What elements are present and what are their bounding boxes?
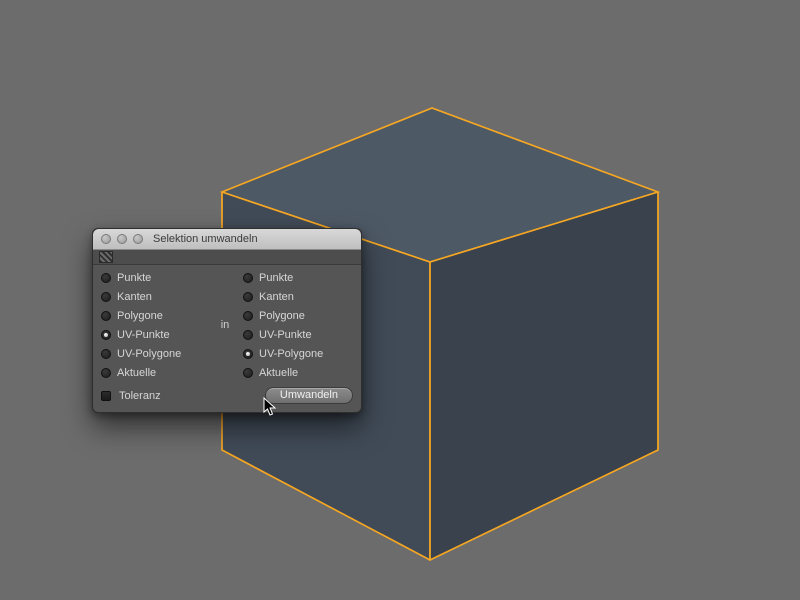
source-radio-label: Aktuelle: [117, 367, 156, 379]
target-radio-label: UV-Punkte: [259, 329, 312, 341]
source-radio-label: Punkte: [117, 272, 151, 284]
source-option[interactable]: UV-Punkte: [101, 326, 207, 343]
window-close-icon[interactable]: [101, 234, 111, 244]
toleranz-label: Toleranz: [119, 390, 161, 402]
dialog-toolbar: [93, 250, 361, 265]
target-radio-label: UV-Polygone: [259, 348, 323, 360]
source-option[interactable]: Polygone: [101, 307, 207, 324]
target-radio-label: Kanten: [259, 291, 294, 303]
target-radio-label: Punkte: [259, 272, 293, 284]
dialog-titlebar[interactable]: Selektion umwandeln: [93, 229, 361, 250]
convert-selection-dialog[interactable]: Selektion umwandeln Punkte Kanten Polygone…: [92, 228, 362, 413]
target-option[interactable]: Kanten: [243, 288, 349, 305]
source-option[interactable]: UV-Polygone: [101, 345, 207, 362]
source-option[interactable]: Kanten: [101, 288, 207, 305]
target-radio-label: Polygone: [259, 310, 305, 322]
dialog-body: Punkte Kanten Polygone UV-Punkte UV-Polygone…: [93, 265, 361, 412]
source-radio-icon[interactable]: [101, 349, 111, 359]
source-radio-label: UV-Punkte: [117, 329, 170, 341]
cube-face-right: [430, 192, 658, 560]
dialog-footer: Toleranz Umwandeln: [101, 387, 353, 404]
target-radio-icon[interactable]: [243, 368, 253, 378]
source-option[interactable]: Aktuelle: [101, 364, 207, 381]
source-radio-icon[interactable]: [101, 368, 111, 378]
target-radio-icon[interactable]: [243, 311, 253, 321]
target-option[interactable]: Punkte: [243, 269, 349, 286]
target-option[interactable]: UV-Punkte: [243, 326, 349, 343]
source-radio-icon[interactable]: [101, 311, 111, 321]
window-zoom-icon[interactable]: [133, 234, 143, 244]
target-type-group: Punkte Kanten Polygone UV-Punkte UV-Polygone…: [243, 269, 349, 381]
selection-pattern-icon[interactable]: [99, 251, 113, 263]
target-radio-icon[interactable]: [243, 273, 253, 283]
toleranz-checkbox[interactable]: [101, 391, 111, 401]
window-minimize-icon[interactable]: [117, 234, 127, 244]
convert-button[interactable]: Umwandeln: [265, 387, 353, 404]
target-radio-label: Aktuelle: [259, 367, 298, 379]
source-radio-icon[interactable]: [101, 330, 111, 340]
target-option[interactable]: Polygone: [243, 307, 349, 324]
target-radio-icon[interactable]: [243, 330, 253, 340]
source-radio-icon[interactable]: [101, 292, 111, 302]
source-radio-label: Polygone: [117, 310, 163, 322]
target-radio-icon[interactable]: [243, 292, 253, 302]
in-label: in: [207, 269, 243, 381]
target-option[interactable]: Aktuelle: [243, 364, 349, 381]
target-radio-icon[interactable]: [243, 349, 253, 359]
source-option[interactable]: Punkte: [101, 269, 207, 286]
source-radio-label: Kanten: [117, 291, 152, 303]
target-option[interactable]: UV-Polygone: [243, 345, 349, 362]
source-type-group: Punkte Kanten Polygone UV-Punkte UV-Polygone…: [101, 269, 207, 381]
dialog-title: Selektion umwandeln: [153, 233, 258, 245]
source-radio-label: UV-Polygone: [117, 348, 181, 360]
source-radio-icon[interactable]: [101, 273, 111, 283]
